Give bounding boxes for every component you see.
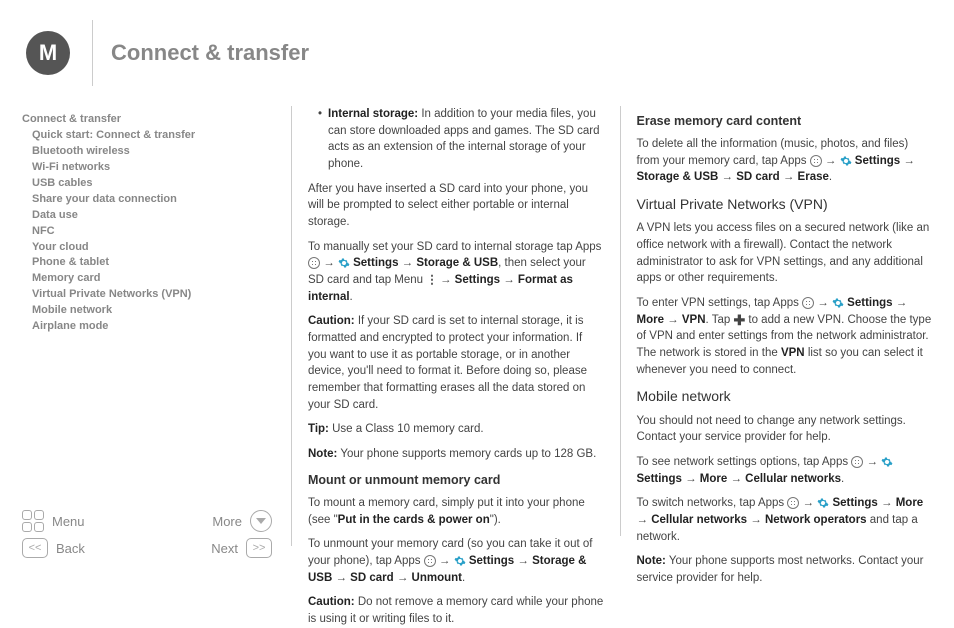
- caution: Caution: Do not remove a memory card whi…: [308, 594, 604, 627]
- page-title: Connect & transfer: [111, 40, 309, 66]
- paragraph: A VPN lets you access files on a secured…: [637, 220, 933, 287]
- heading-mobile: Mobile network: [637, 386, 933, 406]
- heading-mount: Mount or unmount memory card: [308, 471, 604, 489]
- gear-icon: [832, 297, 844, 309]
- apps-icon: [787, 497, 799, 509]
- back-button[interactable]: Back: [56, 541, 85, 556]
- plus-icon: ✚: [733, 312, 745, 328]
- toc-item[interactable]: Wi-Fi networks: [22, 160, 272, 176]
- back-button-icon[interactable]: <<: [22, 538, 48, 558]
- more-button[interactable]: More: [212, 514, 242, 529]
- paragraph: To delete all the information (music, ph…: [637, 136, 933, 186]
- toc-item[interactable]: Share your data connection: [22, 192, 272, 208]
- label: Internal storage:: [328, 108, 418, 120]
- apps-icon: [810, 155, 822, 167]
- bullet-internal-storage: • Internal storage: In addition to your …: [308, 106, 604, 173]
- gear-icon: [454, 555, 466, 567]
- apps-icon: [851, 456, 863, 468]
- paragraph: After you have inserted a SD card into y…: [308, 181, 604, 231]
- divider: [291, 106, 292, 546]
- toc-item[interactable]: NFC: [22, 224, 272, 240]
- gear-icon: [338, 257, 350, 269]
- content-area: • Internal storage: In addition to your …: [306, 106, 934, 536]
- heading-erase: Erase memory card content: [637, 112, 933, 130]
- note: Note: Your phone supports most networks.…: [637, 553, 933, 586]
- chevron-down-icon[interactable]: [250, 510, 272, 532]
- toc-item[interactable]: Airplane mode: [22, 319, 272, 335]
- motorola-logo-icon: M: [26, 31, 70, 75]
- paragraph: To switch networks, tap Apps → Settings …: [637, 495, 933, 545]
- toc-item[interactable]: Quick start: Connect & transfer: [22, 128, 272, 144]
- paragraph: You should not need to change any networ…: [637, 413, 933, 446]
- caution: Caution: If your SD card is set to inter…: [308, 313, 604, 413]
- toc-item[interactable]: Data use: [22, 208, 272, 224]
- tip: Tip: Use a Class 10 memory card.: [308, 421, 604, 438]
- menu-grid-icon[interactable]: [22, 510, 44, 532]
- divider: [620, 106, 621, 536]
- toc-item[interactable]: Memory card: [22, 271, 272, 287]
- paragraph: To enter VPN settings, tap Apps → Settin…: [637, 295, 933, 378]
- col-left: • Internal storage: In addition to your …: [306, 106, 606, 536]
- apps-icon: [424, 555, 436, 567]
- toc-item[interactable]: Virtual Private Networks (VPN): [22, 287, 272, 303]
- page-header: M Connect & transfer: [0, 20, 954, 86]
- paragraph: To unmount your memory card (so you can …: [308, 536, 604, 586]
- nav-footer: Menu More << Back Next >>: [22, 504, 272, 558]
- heading-vpn: Virtual Private Networks (VPN): [637, 194, 933, 214]
- gear-icon: [881, 456, 893, 468]
- apps-icon: [308, 257, 320, 269]
- divider: [92, 20, 93, 86]
- toc-item[interactable]: Bluetooth wireless: [22, 144, 272, 160]
- note: Note: Your phone supports memory cards u…: [308, 446, 604, 463]
- paragraph: To manually set your SD card to internal…: [308, 239, 604, 306]
- next-button-icon[interactable]: >>: [246, 538, 272, 558]
- toc-item[interactable]: Mobile network: [22, 303, 272, 319]
- toc-heading[interactable]: Connect & transfer: [22, 112, 272, 128]
- apps-icon: [802, 297, 814, 309]
- toc-item[interactable]: Your cloud: [22, 240, 272, 256]
- gear-icon: [817, 497, 829, 509]
- sidebar-toc: Connect & transfer Quick start: Connect …: [22, 112, 272, 335]
- toc-item[interactable]: USB cables: [22, 176, 272, 192]
- next-button[interactable]: Next: [211, 541, 238, 556]
- gear-icon: [840, 155, 852, 167]
- paragraph: To see network settings options, tap App…: [637, 454, 933, 487]
- paragraph: To mount a memory card, simply put it in…: [308, 495, 604, 528]
- toc-item[interactable]: Phone & tablet: [22, 255, 272, 271]
- menu-button[interactable]: Menu: [52, 514, 85, 529]
- col-right: Erase memory card content To delete all …: [635, 106, 935, 536]
- menu-dots-icon: ⋮: [426, 274, 437, 286]
